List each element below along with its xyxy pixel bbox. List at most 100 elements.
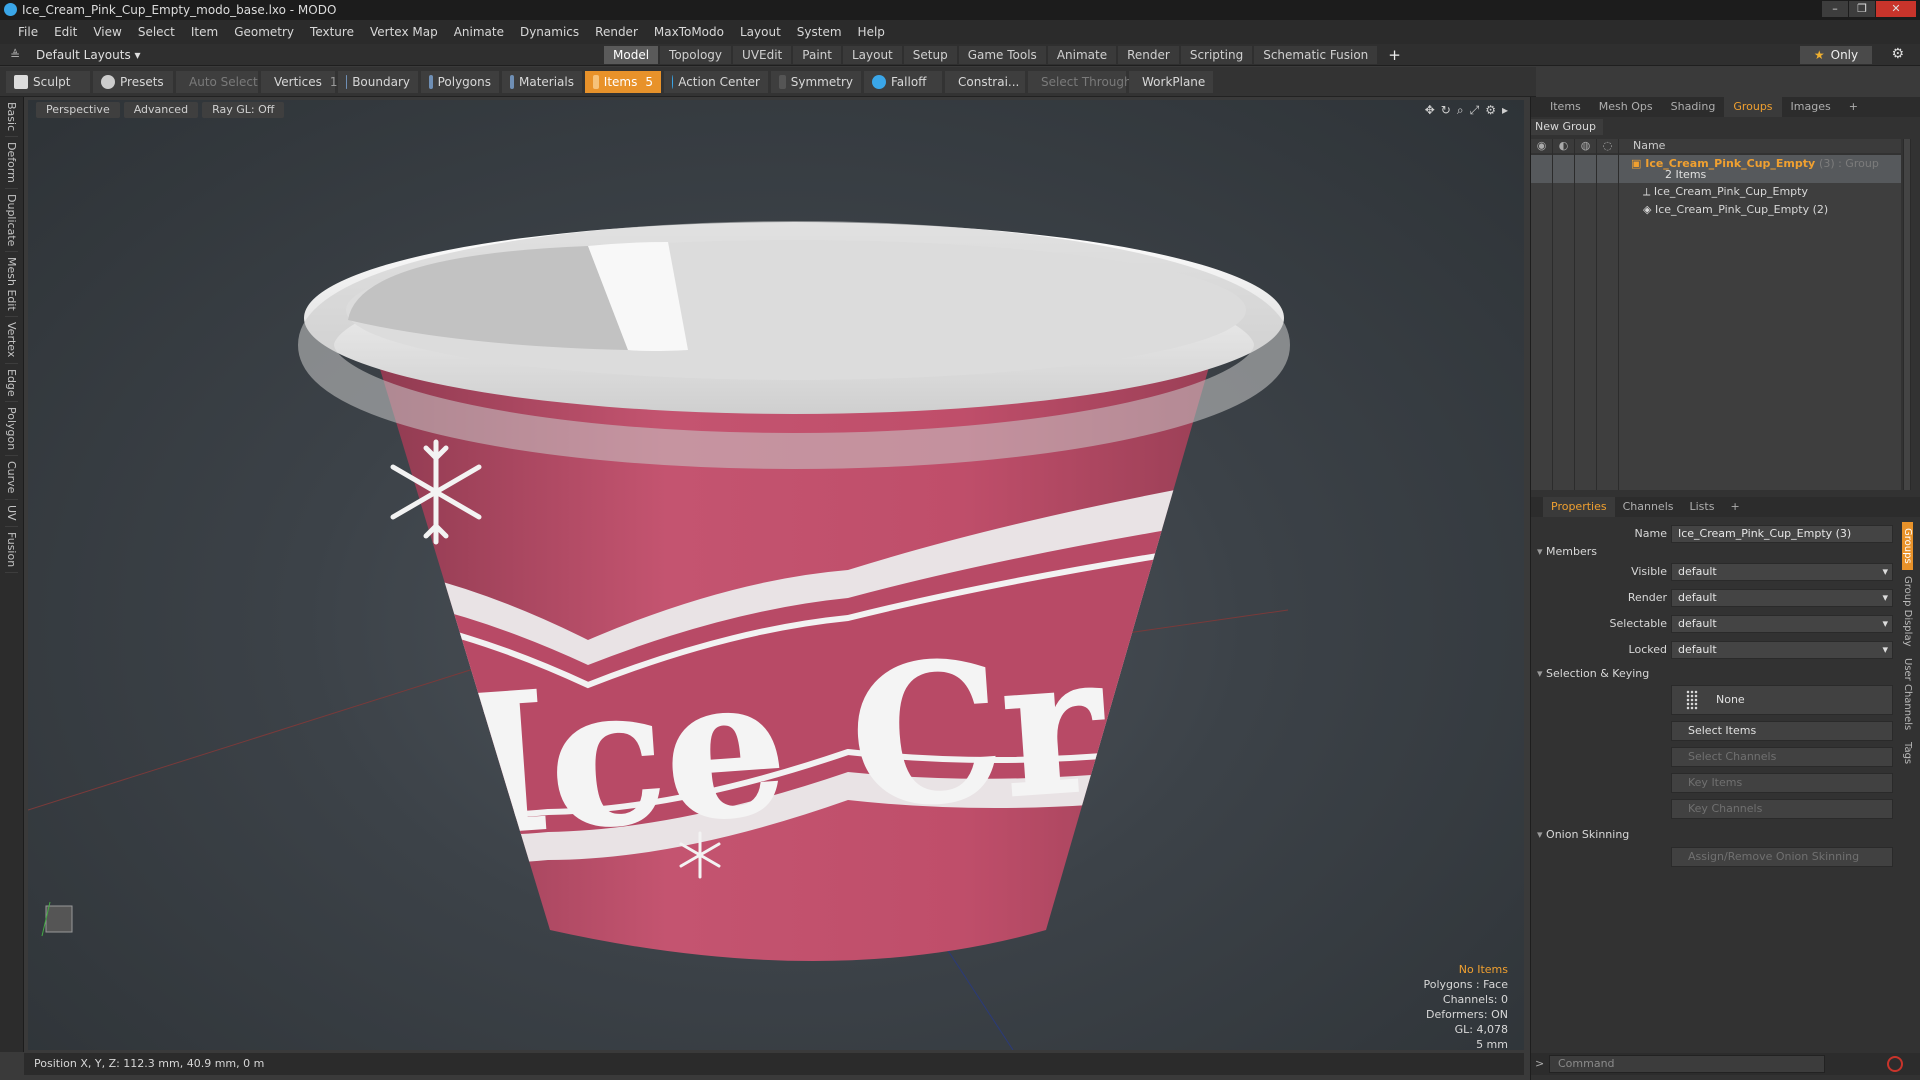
- tab-topology[interactable]: Topology: [660, 46, 732, 64]
- side-tab-tags[interactable]: Tags: [1902, 736, 1913, 770]
- menu-item[interactable]: Item: [183, 25, 226, 39]
- menu-system[interactable]: System: [789, 25, 850, 39]
- close-button[interactable]: ✕: [1876, 1, 1916, 17]
- lock-icon[interactable]: ◍: [1575, 139, 1597, 153]
- left-tab-curve[interactable]: Curve: [5, 456, 18, 500]
- group-row-child-1[interactable]: ⟂ Ice_Cream_Pink_Cup_Empty: [1531, 183, 1901, 201]
- sculpt-button[interactable]: Sculpt: [6, 70, 90, 93]
- key-items-button[interactable]: Key Items: [1671, 773, 1893, 793]
- rotate-view-icon[interactable]: ↻: [1441, 103, 1451, 118]
- maximize-button[interactable]: ❐: [1849, 1, 1875, 17]
- minimize-button[interactable]: –: [1822, 1, 1848, 17]
- command-input[interactable]: Command: [1549, 1055, 1825, 1073]
- add-panel-tab-icon[interactable]: +: [1840, 97, 1867, 117]
- tab-items[interactable]: Items: [1541, 97, 1590, 117]
- left-tab-basic[interactable]: Basic: [5, 97, 18, 138]
- tab-mesh-ops[interactable]: Mesh Ops: [1590, 97, 1662, 117]
- constraints-button[interactable]: Constrai...: [945, 70, 1025, 93]
- tab-animate[interactable]: Animate: [1047, 46, 1117, 64]
- none-button[interactable]: None: [1671, 685, 1893, 715]
- symmetry-button[interactable]: Symmetry: [771, 70, 861, 93]
- left-tab-deform[interactable]: Deform: [5, 137, 18, 190]
- items-button[interactable]: Items 5: [585, 70, 661, 93]
- tab-paint[interactable]: Paint: [793, 46, 841, 64]
- gear-icon[interactable]: ⚙: [1891, 46, 1904, 62]
- menu-help[interactable]: Help: [850, 25, 893, 39]
- falloff-button[interactable]: Falloff: [864, 70, 942, 93]
- menu-texture[interactable]: Texture: [302, 25, 362, 39]
- action-center-button[interactable]: Action Center: [664, 70, 768, 93]
- 3d-viewport[interactable]: Ice Cr Perspective Advanced Ray GL: Off …: [28, 100, 1524, 1050]
- tab-uvedit[interactable]: UVEdit: [733, 46, 792, 64]
- menu-select[interactable]: Select: [130, 25, 183, 39]
- select-channels-button[interactable]: Select Channels: [1671, 747, 1893, 767]
- visible-dropdown[interactable]: default: [1671, 563, 1893, 581]
- render-dropdown[interactable]: default: [1671, 589, 1893, 607]
- group-row-root[interactable]: ▣ Ice_Cream_Pink_Cup_Empty (3) : Group 2…: [1531, 155, 1901, 183]
- add-tab-icon[interactable]: +: [1379, 46, 1410, 64]
- tab-render[interactable]: Render: [1118, 46, 1179, 64]
- menu-view[interactable]: View: [85, 25, 129, 39]
- selectable-dropdown[interactable]: default: [1671, 615, 1893, 633]
- viewport-gear-icon[interactable]: ⚙: [1485, 103, 1496, 118]
- menu-file[interactable]: File: [10, 25, 46, 39]
- fit-view-icon[interactable]: ⤢: [1470, 103, 1480, 118]
- menu-render[interactable]: Render: [587, 25, 646, 39]
- auto-select-button[interactable]: Auto Select: [176, 70, 258, 93]
- tab-shading[interactable]: Shading: [1662, 97, 1725, 117]
- zoom-view-icon[interactable]: ⌕: [1457, 103, 1464, 118]
- tab-lists[interactable]: Lists: [1682, 497, 1723, 517]
- menu-layout[interactable]: Layout: [732, 25, 789, 39]
- viewport-expand-icon[interactable]: ▸: [1502, 103, 1508, 118]
- tab-game-tools[interactable]: Game Tools: [958, 46, 1046, 64]
- left-tab-uv[interactable]: UV: [5, 500, 18, 527]
- polygons-button[interactable]: Polygons: [421, 70, 499, 93]
- left-tab-mesh-edit[interactable]: Mesh Edit: [5, 252, 18, 318]
- tab-properties[interactable]: Properties: [1543, 497, 1615, 517]
- visibility-eye-icon[interactable]: ◉: [1531, 139, 1553, 153]
- name-column-header[interactable]: Name: [1619, 139, 1665, 153]
- side-tab-user-channels[interactable]: User Channels: [1902, 652, 1913, 736]
- tab-setup[interactable]: Setup: [903, 46, 957, 64]
- menu-maxtomodo[interactable]: MaxToModo: [646, 25, 732, 39]
- selection-keying-section[interactable]: Selection & Keying: [1537, 667, 1649, 680]
- tab-schematic-fusion[interactable]: Schematic Fusion: [1254, 46, 1378, 64]
- menu-animate[interactable]: Animate: [446, 25, 512, 39]
- side-tab-groups[interactable]: Groups: [1902, 522, 1913, 570]
- tab-groups[interactable]: Groups: [1724, 97, 1782, 117]
- side-tab-group-display[interactable]: Group Display: [1902, 570, 1913, 652]
- menu-geometry[interactable]: Geometry: [226, 25, 302, 39]
- new-group-button[interactable]: New Group: [1531, 119, 1603, 135]
- vertices-button[interactable]: Vertices 1: [261, 70, 338, 93]
- select-items-button[interactable]: Select Items: [1671, 721, 1893, 741]
- left-tab-vertex[interactable]: Vertex: [5, 317, 18, 364]
- only-button[interactable]: ★ Only: [1800, 46, 1872, 64]
- tab-model[interactable]: Model: [604, 46, 659, 64]
- onion-skinning-section[interactable]: Onion Skinning: [1537, 828, 1629, 841]
- boundary-button[interactable]: Boundary: [338, 70, 418, 93]
- add-props-tab-icon[interactable]: +: [1722, 497, 1747, 517]
- shading-mode-button[interactable]: Advanced: [123, 102, 199, 118]
- workplane-button[interactable]: WorkPlane: [1129, 70, 1213, 93]
- stop-icon[interactable]: [1887, 1056, 1903, 1072]
- members-section[interactable]: Members: [1537, 545, 1597, 558]
- layout-expand-icon[interactable]: ≜: [10, 47, 22, 63]
- render-icon[interactable]: ◐: [1553, 139, 1575, 153]
- tab-channels[interactable]: Channels: [1615, 497, 1682, 517]
- select-through-button[interactable]: Select Through: [1028, 70, 1132, 93]
- presets-button[interactable]: Presets: [93, 70, 173, 93]
- left-tab-duplicate[interactable]: Duplicate: [5, 189, 18, 253]
- move-view-icon[interactable]: ✥: [1425, 103, 1435, 118]
- raygl-button[interactable]: Ray GL: Off: [202, 102, 285, 118]
- groups-scrollbar[interactable]: [1903, 139, 1911, 490]
- tab-layout[interactable]: Layout: [842, 46, 902, 64]
- group-row-child-2[interactable]: ◈ Ice_Cream_Pink_Cup_Empty (2): [1531, 201, 1901, 219]
- left-tab-polygon[interactable]: Polygon: [5, 402, 18, 457]
- assign-onion-button[interactable]: Assign/Remove Onion Skinning: [1671, 847, 1893, 867]
- locked-dropdown[interactable]: default: [1671, 641, 1893, 659]
- tab-scripting[interactable]: Scripting: [1180, 46, 1253, 64]
- menu-vertex-map[interactable]: Vertex Map: [362, 25, 446, 39]
- menu-dynamics[interactable]: Dynamics: [512, 25, 587, 39]
- tab-images[interactable]: Images: [1782, 97, 1840, 117]
- left-tab-edge[interactable]: Edge: [5, 364, 18, 403]
